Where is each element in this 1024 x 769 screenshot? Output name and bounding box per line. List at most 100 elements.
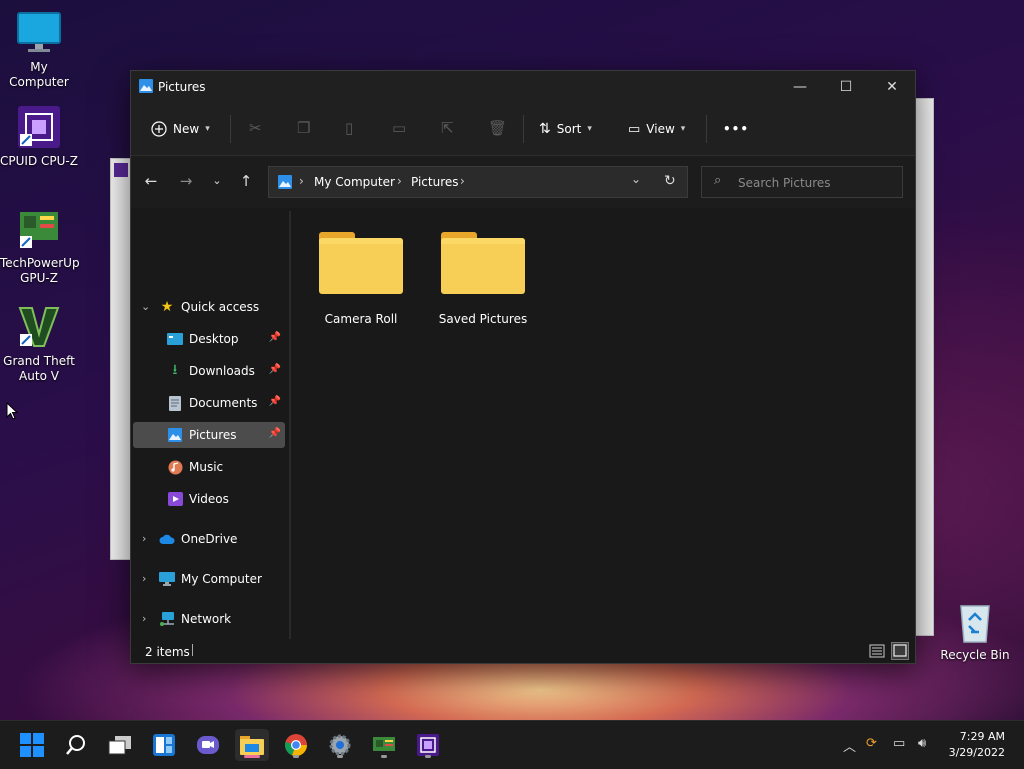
chevron-down-icon: ▾ [587,124,592,134]
gpu-z-icon [373,737,395,751]
folder-icon [441,230,525,294]
recent-locations-button[interactable]: ⌄ [207,174,227,194]
nav-quick-access[interactable]: ★ Quick access [159,294,285,320]
network-status-icon[interactable]: ▭ [893,736,905,751]
cpu-z-taskbar-button[interactable] [411,729,445,761]
video-icon [167,491,183,507]
task-view-button[interactable] [103,729,137,761]
nav-network[interactable]: Network [159,606,285,632]
status-bar: 2 items [131,640,915,663]
address-history-chevron-icon[interactable]: ⌄ [631,172,641,186]
large-icons-view-button[interactable] [891,642,909,660]
close-button[interactable]: ✕ [869,71,915,103]
breadcrumb-my-computer[interactable]: My Computer [314,175,395,189]
background-window-right[interactable] [914,98,934,636]
task-view-icon [108,736,131,755]
desktop-icon-label: CPUID CPU-Z [0,154,78,168]
clock-date: 3/29/2022 [948,746,1005,759]
desktop-icon-my-computer[interactable]: My Computer [0,10,78,90]
nav-item-documents[interactable]: Documents 📌 [133,390,285,416]
tiles-view-icon [893,644,907,657]
chevron-right-icon[interactable]: › [142,532,146,545]
address-bar[interactable]: › My Computer › Pictures › ⌄ ↻ [268,166,688,198]
address-row: ← → ⌄ ↑ › My Computer › Pictures › ⌄ ↻ ⌕ [131,156,915,208]
folder-camera-roll[interactable]: Camera Roll [311,230,411,326]
folder-icon [240,736,264,755]
new-button[interactable]: New ▾ [151,117,210,141]
pictures-icon [139,79,153,96]
monitor-icon [159,571,175,587]
nav-item-music[interactable]: Music [133,454,285,480]
nav-my-computer[interactable]: My Computer [159,566,285,592]
clock[interactable]: 7:29 AM 3/29/2022 [949,729,1005,761]
search-button[interactable] [59,729,93,761]
monitor-icon [16,10,62,56]
maximize-button[interactable]: ☐ [823,71,869,103]
file-explorer-taskbar-button[interactable] [235,729,269,761]
chevron-right-icon[interactable]: › [142,572,146,585]
widgets-icon [153,734,175,756]
pin-icon: 📌 [268,364,281,375]
delete-icon[interactable]: 🗑 [488,119,507,137]
desktop-icon-cpu-z[interactable]: CPUID CPU-Z [0,104,78,169]
widgets-button[interactable] [147,729,181,761]
nav-item-downloads[interactable]: ⭳ Downloads 📌 [133,358,285,384]
settings-button[interactable] [323,729,357,761]
chrome-button[interactable] [279,729,313,761]
chevron-down-icon: ▾ [680,124,686,134]
more-options-button[interactable]: ••• [723,117,749,141]
cloud-icon [159,531,175,547]
share-icon[interactable]: ⇱ [441,119,454,137]
back-button[interactable]: ← [141,172,161,192]
nav-item-videos[interactable]: Videos [133,486,285,512]
search-box[interactable]: ⌕ [701,166,903,198]
breadcrumb-pictures[interactable]: Pictures [411,175,459,189]
pictures-icon [167,427,183,443]
refresh-icon[interactable]: ↻ [664,173,676,189]
gpu-z-taskbar-button[interactable] [367,729,401,761]
cut-icon[interactable]: ✂ [249,119,262,137]
folder-saved-pictures[interactable]: Saved Pictures [433,230,533,326]
title-bar[interactable]: Pictures — ☐ ✕ [131,71,915,103]
desktop-icon-recycle-bin[interactable]: Recycle Bin [936,598,1014,663]
update-sync-icon[interactable]: ⟳ [866,736,877,751]
chevron-right-icon: › [460,174,465,188]
item-count: 2 items [145,645,190,659]
chevron-down-icon[interactable]: ⌄ [141,300,150,313]
nav-item-pictures[interactable]: Pictures 📌 [133,422,285,448]
chevron-right-icon[interactable]: › [142,612,146,625]
teams-chat-button[interactable] [191,729,225,761]
view-button[interactable]: ▭ View ▾ [628,117,685,141]
music-icon [167,459,183,475]
mouse-cursor-icon [6,401,19,423]
chevron-right-icon: › [397,174,402,188]
document-icon [167,395,183,411]
desktop-icon-gpu-z[interactable]: TechPowerUp GPU-Z [0,206,80,286]
rename-icon[interactable]: ▭ [392,119,406,137]
recycle-bin-icon [952,598,998,644]
sort-button[interactable]: ⇅ Sort ▾ [539,117,592,141]
desktop-icon [167,331,183,347]
plus-circle-icon [151,121,167,137]
copy-icon[interactable]: ❐ [297,119,310,137]
download-icon: ⭳ [172,362,178,378]
minimize-button[interactable]: — [777,71,823,103]
nav-onedrive[interactable]: OneDrive [159,526,285,552]
details-view-button[interactable] [868,642,886,660]
new-label: New [173,122,200,136]
pin-icon: 📌 [268,332,281,343]
navigation-pane: ⌄ ★ Quick access Desktop 📌 ⭳ Downloads 📌… [131,208,289,640]
status-divider [192,644,193,656]
volume-icon[interactable]: 🔊︎ [918,736,926,751]
running-indicator [381,755,387,758]
start-button[interactable] [15,729,49,761]
chrome-icon [285,734,308,757]
desktop-icon-gta-v[interactable]: Grand Theft Auto V [0,304,78,384]
gpu-z-icon [16,206,62,252]
up-button[interactable]: ↑ [236,172,256,192]
forward-button[interactable]: → [176,172,196,192]
search-input[interactable] [736,173,900,193]
nav-item-desktop[interactable]: Desktop 📌 [133,326,285,352]
show-hidden-icons-chevron-icon[interactable]: ︿ [843,736,856,755]
paste-icon[interactable]: ▯ [345,119,353,137]
